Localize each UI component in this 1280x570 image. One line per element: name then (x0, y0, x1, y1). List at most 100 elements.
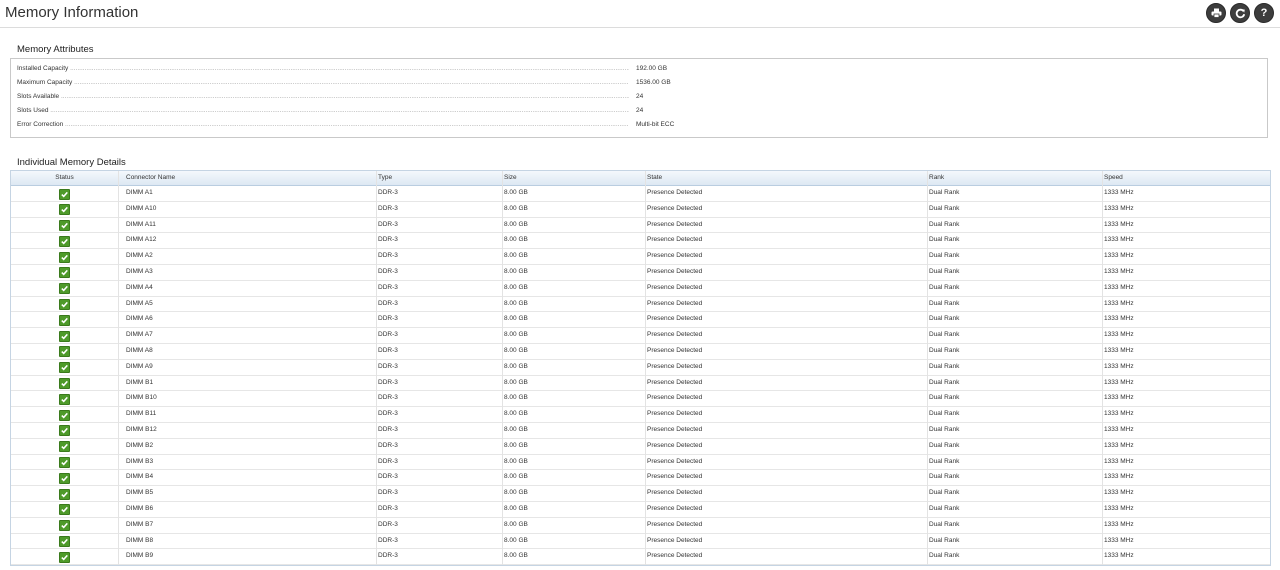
table-row[interactable]: DIMM B5 DDR-3 8.00 GB Presence Detected Dual… (11, 486, 1270, 502)
status-ok-icon (59, 472, 70, 484)
speed-cell: 1333 MHz (1104, 283, 1134, 291)
state-cell: Presence Detected (647, 220, 703, 228)
refresh-icon[interactable] (1230, 3, 1250, 23)
size-cell: 8.00 GB (504, 220, 528, 228)
table-row[interactable]: DIMM A7 DDR-3 8.00 GB Presence Detected Dual… (11, 328, 1270, 344)
table-row[interactable]: DIMM B1 DDR-3 8.00 GB Presence Detected Dual… (11, 376, 1270, 392)
status-ok-icon (59, 425, 70, 437)
type-cell: DDR-3 (378, 189, 398, 196)
state-cell: Presence Detected (647, 504, 703, 512)
speed-cell: 1333 MHz (1104, 220, 1134, 228)
size-cell: 8.00 GB (504, 299, 528, 307)
connector-name-cell: DIMM B8 (126, 536, 154, 544)
size-cell: 8.00 GB (504, 504, 528, 512)
table-row[interactable]: DIMM A1 DDR-3 8.00 GB Presence Detected Dual… (11, 186, 1270, 202)
connector-name-cell: DIMM B5 (126, 489, 154, 497)
page-title: Memory Information (5, 4, 139, 21)
speed-cell: 1333 MHz (1104, 441, 1134, 449)
table-row[interactable]: DIMM A6 DDR-3 8.00 GB Presence Detected Dual… (11, 312, 1270, 329)
table-row[interactable]: DIMM A11 DDR-3 8.00 GB Presence Detected Dua… (11, 218, 1270, 234)
state-cell: Presence Detected (647, 315, 703, 323)
table-row[interactable]: DIMM B3 DDR-3 8.00 GB Presence Detected Dual… (11, 455, 1270, 471)
connector-name-cell: DIMM A9 (126, 362, 153, 370)
table-row[interactable]: DIMM B11 DDR-3 8.00 GB Presence Detected Dua… (11, 407, 1270, 423)
table-row[interactable]: DIMM B12 DDR-3 8.00 GB Presence Detected Dua… (11, 423, 1270, 439)
state-cell: Presence Detected (647, 189, 703, 196)
speed-cell: 1333 MHz (1104, 552, 1134, 560)
connector-name-cell: DIMM B6 (126, 504, 154, 512)
speed-cell: 1333 MHz (1104, 473, 1134, 481)
table-row[interactable]: DIMM B7 DDR-3 8.00 GB Presence Detected Dual… (11, 518, 1270, 534)
speed-cell: 1333 MHz (1104, 425, 1134, 433)
rank-cell: Dual Rank (929, 520, 960, 528)
state-cell: Presence Detected (647, 489, 703, 497)
type-cell: DDR-3 (378, 283, 398, 291)
state-cell: Presence Detected (647, 204, 703, 212)
table-row[interactable]: DIMM A10 DDR-3 8.00 GB Presence Detected Dua… (11, 202, 1270, 218)
table-row[interactable]: DIMM A12 DDR-3 8.00 GB Presence Detected Dua… (11, 233, 1270, 250)
rank-cell: Dual Rank (929, 394, 960, 402)
table-row[interactable]: DIMM B9 DDR-3 8.00 GB Presence Detected Dual… (11, 549, 1270, 566)
size-cell: 8.00 GB (504, 394, 528, 402)
speed-cell: 1333 MHz (1104, 346, 1134, 354)
status-ok-icon (59, 488, 70, 500)
column-header-status[interactable]: Status (11, 171, 118, 185)
speed-cell: 1333 MHz (1104, 489, 1134, 497)
connector-name-cell: DIMM B11 (126, 410, 157, 418)
table-row[interactable]: DIMM A9 DDR-3 8.00 GB Presence Detected Dual… (11, 360, 1270, 376)
attribute-value: Multi-bit ECC (636, 121, 675, 128)
attribute-value: 192.00 GB (636, 65, 668, 72)
speed-cell: 1333 MHz (1104, 410, 1134, 418)
table-row[interactable]: DIMM A5 DDR-3 8.00 GB Presence Detected Dual… (11, 297, 1270, 313)
table-row[interactable]: DIMM B8 DDR-3 8.00 GB Presence Detected Dual… (11, 534, 1270, 550)
size-cell: 8.00 GB (504, 189, 528, 196)
status-ok-icon (59, 251, 70, 263)
column-header-rank[interactable]: Rank (929, 171, 944, 185)
type-cell: DDR-3 (378, 362, 398, 370)
column-header-size[interactable]: Size (504, 171, 517, 185)
speed-cell: 1333 MHz (1104, 252, 1134, 260)
state-cell: Presence Detected (647, 283, 703, 291)
table-row[interactable]: DIMM B2 DDR-3 8.00 GB Presence Detected Dual… (11, 439, 1270, 455)
rank-cell: Dual Rank (929, 252, 960, 260)
column-divider (376, 171, 377, 566)
column-header-speed[interactable]: Speed (1104, 171, 1123, 185)
printer-icon[interactable] (1206, 3, 1226, 23)
table-row[interactable]: DIMM B10 DDR-3 8.00 GB Presence Detected Dua… (11, 391, 1270, 408)
speed-cell: 1333 MHz (1104, 457, 1134, 465)
table-row[interactable]: DIMM A2 DDR-3 8.00 GB Presence Detected Dual… (11, 249, 1270, 265)
help-icon[interactable]: ? (1254, 3, 1274, 23)
connector-name-cell: DIMM A6 (126, 315, 153, 323)
table-row[interactable]: DIMM B6 DDR-3 8.00 GB Presence Detected Dual… (11, 502, 1270, 518)
size-cell: 8.00 GB (504, 346, 528, 354)
table-row[interactable]: DIMM A8 DDR-3 8.00 GB Presence Detected Dual… (11, 344, 1270, 360)
type-cell: DDR-3 (378, 267, 398, 275)
help-glyph: ? (1260, 7, 1268, 19)
status-ok-icon (59, 283, 70, 295)
size-cell: 8.00 GB (504, 425, 528, 433)
state-cell: Presence Detected (647, 362, 703, 370)
speed-cell: 1333 MHz (1104, 299, 1134, 307)
state-cell: Presence Detected (647, 252, 703, 260)
size-cell: 8.00 GB (504, 410, 528, 418)
state-cell: Presence Detected (647, 236, 703, 244)
status-ok-icon (59, 441, 70, 453)
state-cell: Presence Detected (647, 552, 703, 560)
status-ok-icon (59, 346, 70, 358)
state-cell: Presence Detected (647, 457, 703, 465)
table-row[interactable]: DIMM A3 DDR-3 8.00 GB Presence Detected Dual… (11, 265, 1270, 281)
connector-name-cell: DIMM B7 (126, 520, 154, 528)
speed-cell: 1333 MHz (1104, 504, 1134, 512)
status-ok-icon (59, 220, 70, 232)
column-header-state[interactable]: State (647, 171, 662, 185)
table-row[interactable]: DIMM B4 DDR-3 8.00 GB Presence Detected Dual… (11, 470, 1270, 487)
column-header-type[interactable]: Type (378, 171, 392, 185)
column-header-connector-name[interactable]: Connector Name (126, 171, 175, 185)
table-row[interactable]: DIMM A4 DDR-3 8.00 GB Presence Detected Dual… (11, 281, 1270, 297)
type-cell: DDR-3 (378, 315, 398, 323)
status-ok-icon (59, 393, 70, 405)
attribute-row-installed-capacity: Installed Capacity 192.00 GB (17, 62, 1265, 76)
state-cell: Presence Detected (647, 536, 703, 544)
attribute-row-maximum-capacity: Maximum Capacity 1536.00 GB (17, 76, 1265, 90)
type-cell: DDR-3 (378, 346, 398, 354)
